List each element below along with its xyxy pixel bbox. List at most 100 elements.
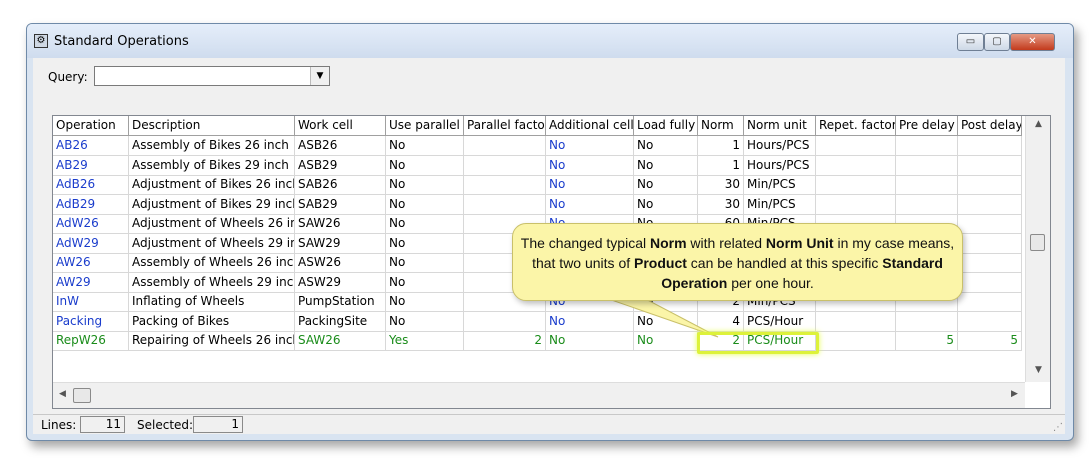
cell-additional-cells[interactable]: No: [546, 311, 634, 332]
cell-norm[interactable]: 4: [698, 311, 744, 332]
cell-post-delay[interactable]: [958, 175, 1022, 195]
cell-post-delay[interactable]: 5: [958, 331, 1022, 351]
cell-work-cell[interactable]: ASW29: [295, 272, 386, 293]
cell-post-delay[interactable]: [958, 155, 1022, 176]
cell-post-delay[interactable]: [958, 253, 1022, 273]
cell-norm-unit[interactable]: PCS/Hour: [744, 311, 816, 332]
chevron-down-icon[interactable]: ▼: [310, 67, 329, 85]
cell-norm-unit[interactable]: Hours/PCS: [744, 155, 816, 176]
cell-repet-factor[interactable]: [816, 136, 896, 156]
cell-load-fully[interactable]: No: [634, 136, 698, 156]
cell-load-fully[interactable]: No: [634, 175, 698, 195]
close-button[interactable]: ✕: [1010, 33, 1055, 51]
cell-work-cell[interactable]: ASB26: [295, 136, 386, 156]
cell-repet-factor[interactable]: [816, 175, 896, 195]
horizontal-scrollbar[interactable]: ◀ ▶: [53, 382, 1025, 408]
column-header-additional-cells[interactable]: Additional cells: [546, 116, 634, 136]
cell-operation[interactable]: AdW26: [53, 214, 129, 234]
column-header-use-parallel[interactable]: Use parallel: [386, 116, 464, 136]
query-combobox[interactable]: ▼: [94, 66, 330, 86]
cell-description[interactable]: Adjustment of Bikes 26 inch: [129, 175, 295, 195]
cell-description[interactable]: Assembly of Wheels 29 inch: [129, 272, 295, 293]
cell-load-fully[interactable]: No: [634, 331, 698, 351]
cell-norm-unit[interactable]: PCS/Hour: [744, 331, 816, 351]
cell-work-cell[interactable]: PumpStation: [295, 292, 386, 312]
cell-operation[interactable]: InW: [53, 292, 129, 312]
cell-description[interactable]: Adjustment of Wheels 26 inch: [129, 214, 295, 234]
cell-operation[interactable]: AW29: [53, 272, 129, 293]
column-header-post-delay[interactable]: Post delay: [958, 116, 1022, 136]
cell-repet-factor[interactable]: [816, 194, 896, 215]
cell-work-cell[interactable]: PackingSite: [295, 311, 386, 332]
cell-use-parallel[interactable]: No: [386, 136, 464, 156]
cell-parallel-factor[interactable]: [464, 155, 546, 176]
horizontal-scroll-thumb[interactable]: [73, 388, 91, 403]
column-header-operation[interactable]: Operation: [53, 116, 129, 136]
cell-norm[interactable]: 30: [698, 194, 744, 215]
cell-norm[interactable]: 1: [698, 136, 744, 156]
cell-norm[interactable]: 1: [698, 155, 744, 176]
column-header-norm[interactable]: Norm: [698, 116, 744, 136]
scroll-left-icon[interactable]: ◀: [59, 389, 66, 399]
cell-operation[interactable]: AdW29: [53, 233, 129, 254]
cell-pre-delay[interactable]: [896, 175, 958, 195]
cell-post-delay[interactable]: [958, 214, 1022, 234]
resize-grip-icon[interactable]: ⋰: [1053, 422, 1063, 433]
cell-description[interactable]: Assembly of Bikes 29 inch: [129, 155, 295, 176]
cell-pre-delay[interactable]: [896, 194, 958, 215]
column-header-pre-delay[interactable]: Pre delay: [896, 116, 958, 136]
cell-repet-factor[interactable]: [816, 155, 896, 176]
cell-work-cell[interactable]: ASB29: [295, 155, 386, 176]
cell-use-parallel[interactable]: No: [386, 311, 464, 332]
cell-additional-cells[interactable]: No: [546, 136, 634, 156]
cell-post-delay[interactable]: [958, 292, 1022, 312]
cell-operation[interactable]: AB29: [53, 155, 129, 176]
column-header-description[interactable]: Description: [129, 116, 295, 136]
vertical-scrollbar[interactable]: ▲ ▼: [1025, 116, 1050, 382]
cell-norm-unit[interactable]: Hours/PCS: [744, 136, 816, 156]
column-header-parallel-factor[interactable]: Parallel factor: [464, 116, 546, 136]
cell-pre-delay[interactable]: 5: [896, 331, 958, 351]
cell-use-parallel[interactable]: No: [386, 272, 464, 293]
cell-post-delay[interactable]: [958, 194, 1022, 215]
cell-additional-cells[interactable]: No: [546, 331, 634, 351]
minimize-button[interactable]: ▭: [957, 33, 984, 51]
cell-parallel-factor[interactable]: 2: [464, 331, 546, 351]
cell-use-parallel[interactable]: No: [386, 214, 464, 234]
cell-additional-cells[interactable]: No: [546, 194, 634, 215]
column-header-repet-factor[interactable]: Repet. factor: [816, 116, 896, 136]
cell-norm[interactable]: 30: [698, 175, 744, 195]
cell-work-cell[interactable]: SAW26: [295, 331, 386, 351]
cell-post-delay[interactable]: [958, 272, 1022, 293]
column-header-work-cell[interactable]: Work cell: [295, 116, 386, 136]
cell-use-parallel[interactable]: No: [386, 155, 464, 176]
cell-parallel-factor[interactable]: [464, 175, 546, 195]
cell-load-fully[interactable]: No: [634, 194, 698, 215]
cell-operation[interactable]: RepW26: [53, 331, 129, 351]
cell-post-delay[interactable]: [958, 136, 1022, 156]
cell-load-fully[interactable]: No: [634, 155, 698, 176]
cell-parallel-factor[interactable]: [464, 311, 546, 332]
cell-description[interactable]: Packing of Bikes: [129, 311, 295, 332]
cell-pre-delay[interactable]: [896, 136, 958, 156]
cell-use-parallel[interactable]: Yes: [386, 331, 464, 351]
cell-operation[interactable]: AW26: [53, 253, 129, 273]
cell-norm-unit[interactable]: Min/PCS: [744, 194, 816, 215]
cell-norm-unit[interactable]: Min/PCS: [744, 175, 816, 195]
cell-repet-factor[interactable]: [816, 311, 896, 332]
cell-operation[interactable]: AdB29: [53, 194, 129, 215]
cell-operation[interactable]: Packing: [53, 311, 129, 332]
cell-description[interactable]: Inflating of Wheels: [129, 292, 295, 312]
column-header-load-fully[interactable]: Load fully: [634, 116, 698, 136]
cell-load-fully[interactable]: No: [634, 311, 698, 332]
cell-norm[interactable]: 2: [698, 331, 744, 351]
cell-parallel-factor[interactable]: [464, 194, 546, 215]
cell-work-cell[interactable]: SAW26: [295, 214, 386, 234]
cell-work-cell[interactable]: ASW26: [295, 253, 386, 273]
cell-additional-cells[interactable]: No: [546, 175, 634, 195]
cell-repet-factor[interactable]: [816, 331, 896, 351]
scroll-right-icon[interactable]: ▶: [1011, 389, 1018, 399]
cell-work-cell[interactable]: SAW29: [295, 233, 386, 254]
cell-use-parallel[interactable]: No: [386, 292, 464, 312]
cell-pre-delay[interactable]: [896, 311, 958, 332]
